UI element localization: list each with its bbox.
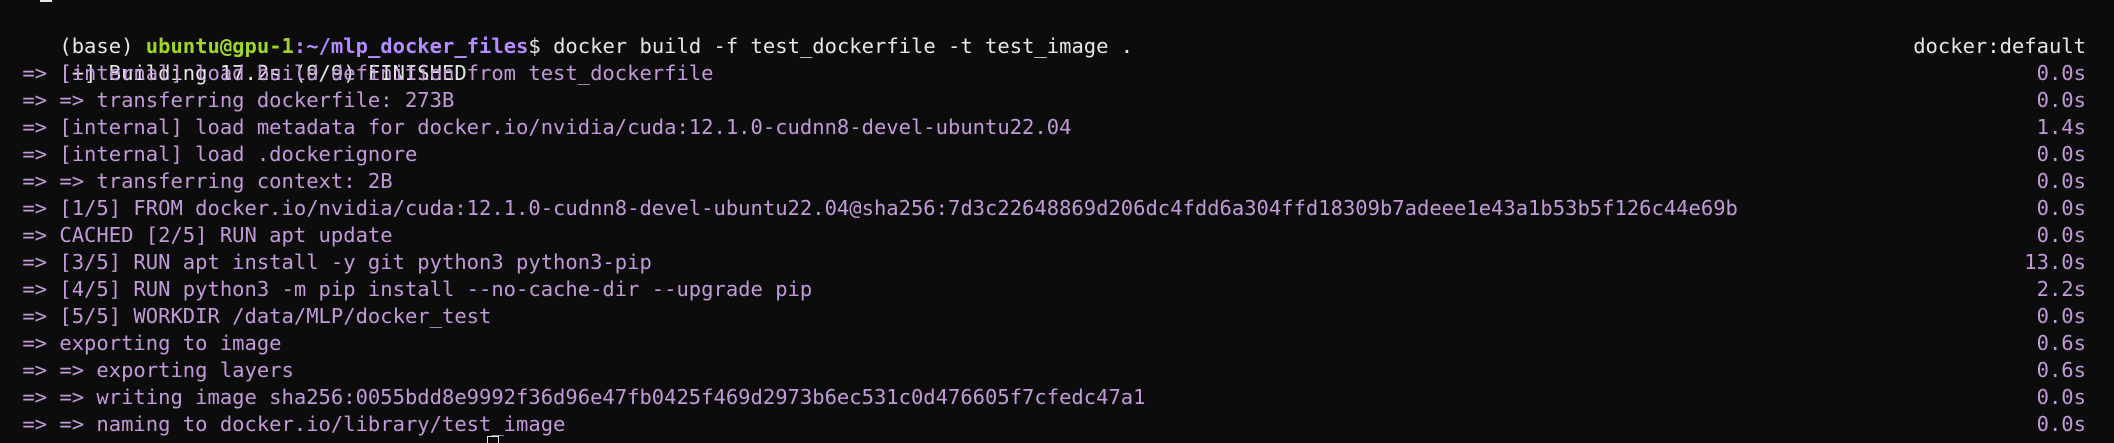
build-step-text: => [3/5] RUN apt install -y git python3 … (10, 250, 652, 274)
build-step-text: => [4/5] RUN python3 -m pip install --no… (10, 277, 813, 301)
build-step-text: => => transferring dockerfile: 273B (10, 88, 455, 112)
build-step-line: => => exporting layers 0.6s (10, 357, 2086, 384)
build-step-text: => => naming to docker.io/library/test_i… (10, 412, 566, 436)
build-step-text: => exporting to image (10, 331, 282, 355)
build-step-time: 0.0s (2036, 88, 2086, 112)
build-step-text: => [internal] load metadata for docker.i… (10, 115, 1072, 139)
build-step-line: => CACHED [2/5] RUN apt update 0.0s (10, 222, 2086, 249)
build-step-text: => [internal] load .dockerignore (10, 142, 418, 166)
build-step-line: => => writing image sha256:0055bdd8e9992… (10, 384, 2086, 411)
builder-name: docker:default (1913, 34, 2086, 58)
build-step-line: => [1/5] FROM docker.io/nvidia/cuda:12.1… (10, 195, 2086, 222)
build-header-line: [+] Building 17.2s (9/9) FINISHED docker… (10, 33, 2086, 85)
build-step-time: 0.0s (2036, 412, 2086, 436)
build-step-time: 0.0s (2036, 385, 2086, 409)
build-step-line: => [5/5] WORKDIR /data/MLP/docker_test 0.… (10, 303, 2086, 330)
prompt-line: (base) ubuntu@gpu-1:~/mlp_docker_files$ … (10, 6, 2086, 58)
build-step-line: => => naming to docker.io/library/test_i… (10, 411, 2086, 438)
build-step-text: => CACHED [2/5] RUN apt update (10, 223, 393, 247)
build-step-text: => => transferring context: 2B (10, 169, 393, 193)
build-step-line: => => transferring dockerfile: 273B 0.0s (10, 87, 2086, 114)
build-step-time: 0.0s (2036, 169, 2086, 193)
build-step-text: => => exporting layers (10, 358, 294, 382)
build-step-time: 0.0s (2036, 196, 2086, 220)
build-step-line: => [internal] load build definition from… (10, 60, 2086, 87)
build-step-time: 0.0s (2036, 61, 2086, 85)
build-step-time: 1.4s (2036, 115, 2086, 139)
build-step-line: => => transferring context: 2B 0.0s (10, 168, 2086, 195)
build-step-text: => [internal] load build definition from… (10, 61, 714, 85)
scrolled-cursor-mark (40, 0, 52, 2)
build-step-time: 0.0s (2036, 304, 2086, 328)
build-step-line: => exporting to image 0.6s (10, 330, 2086, 357)
build-step-line: => [3/5] RUN apt install -y git python3 … (10, 249, 2086, 276)
build-step-line: => [internal] load .dockerignore 0.0s (10, 141, 2086, 168)
build-step-line: => [internal] load metadata for docker.i… (10, 114, 2086, 141)
build-step-text: => [1/5] FROM docker.io/nvidia/cuda:12.1… (10, 196, 1738, 220)
build-step-text: => [5/5] WORKDIR /data/MLP/docker_test (10, 304, 492, 328)
cursor (487, 436, 499, 443)
build-step-time: 0.6s (2036, 331, 2086, 355)
terminal-window[interactable]: (base) ubuntu@gpu-1:~/mlp_docker_files$ … (0, 0, 2114, 443)
build-step-time: 0.0s (2036, 223, 2086, 247)
build-step-line: => [4/5] RUN python3 -m pip install --no… (10, 276, 2086, 303)
build-step-time: 0.6s (2036, 358, 2086, 382)
build-step-time: 13.0s (2024, 250, 2086, 274)
build-step-text: => => writing image sha256:0055bdd8e9992… (10, 385, 1146, 409)
build-step-time: 2.2s (2036, 277, 2086, 301)
build-step-time: 0.0s (2036, 142, 2086, 166)
